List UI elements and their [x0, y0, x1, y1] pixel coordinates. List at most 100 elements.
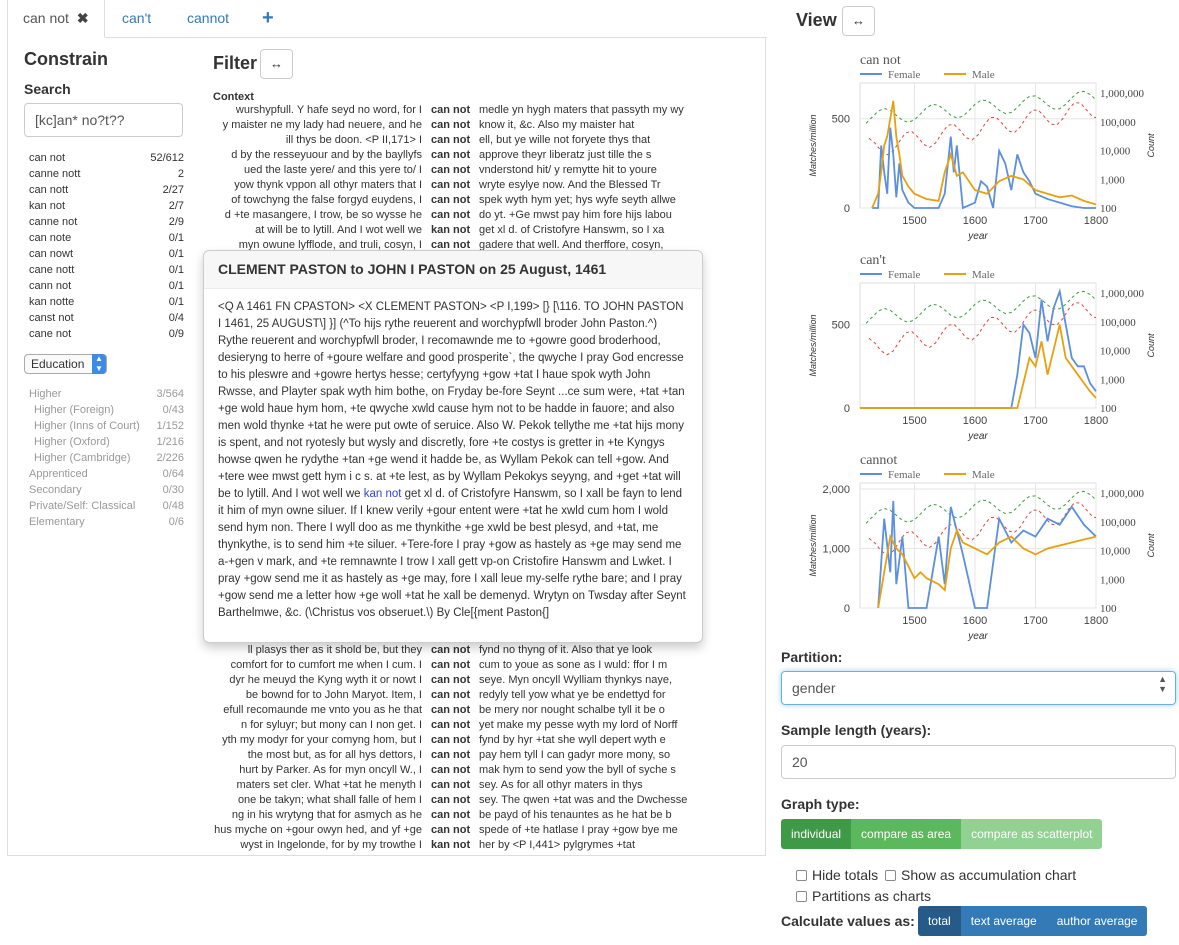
context-left-text: y maister ne my lady had neuere, and he — [222, 119, 422, 131]
education-count: 3/564 — [156, 388, 184, 400]
concordance-row[interactable]: n for syluyr; but mony can I non get. I c… — [213, 719, 703, 734]
context-right: yet make my pesse wyth my lord of Norff — [479, 719, 678, 731]
education-select[interactable]: Education ▲ ▼ — [24, 354, 107, 374]
filter-toggle-button[interactable]: ↔ — [260, 49, 293, 79]
calc-total-button[interactable]: total — [918, 906, 961, 936]
form-row[interactable]: can not 52/612 — [29, 152, 184, 168]
form-row[interactable]: can nowt 0/1 — [29, 248, 184, 264]
context-right: sey. As for all othyr maters in thys — [479, 779, 643, 791]
graph-type-area-button[interactable]: compare as area — [851, 819, 962, 849]
tab-cannot[interactable]: cannot — [187, 0, 229, 38]
context-right: be mery nor nought schalbe tyll it be o — [479, 704, 665, 716]
form-name: can note — [29, 232, 72, 244]
form-count: 2/7 — [168, 200, 184, 212]
concordance-row[interactable]: of towchyng the false forgyd euydens, I c… — [213, 194, 703, 209]
education-name: Higher (Foreign) — [34, 404, 115, 416]
concordance-row[interactable]: dyr he meuyd the Kyng wyth it or nowt I c… — [213, 674, 703, 689]
legend-label: Male — [972, 269, 995, 281]
sample-length-input[interactable]: 20 — [781, 745, 1176, 779]
calc-text-average-button[interactable]: text average — [960, 906, 1047, 936]
form-row[interactable]: canst not 0/4 — [29, 312, 184, 328]
y2-axis-label: Count — [1146, 533, 1156, 558]
concordance-row[interactable]: ng in his wrytyng that for asmych as he c… — [213, 809, 703, 824]
concordance-row[interactable]: ill thys be doon. <P II,171> I can not ell… — [213, 134, 703, 149]
concordance-row[interactable]: wyst in Ingelonde, for by my trowthe I ka… — [213, 839, 703, 854]
form-row[interactable]: kan notte 0/1 — [29, 296, 184, 312]
accumulation-label: Show as accumulation chart — [901, 867, 1077, 883]
form-row[interactable]: canne nott 2 — [29, 168, 184, 184]
accumulation-checkbox[interactable]: Show as accumulation chart — [885, 867, 1076, 883]
concordance-row[interactable]: comfort for to cumfort me when I cum. I c… — [213, 659, 703, 674]
partition-value: gender — [792, 680, 836, 696]
context-left-text: yow thynk vppon all othyr maters that I — [234, 179, 422, 191]
graph-type-individual-button[interactable]: individual — [781, 819, 852, 849]
calc-author-average-button[interactable]: author average — [1046, 906, 1148, 936]
context-left-text: d +te masangere, I trow, be so wysse he — [224, 209, 422, 221]
education-row[interactable]: Private/Self: Classical 0/48 — [29, 500, 184, 516]
education-row[interactable]: Higher (Foreign) 0/43 — [29, 404, 184, 420]
concordance-row[interactable]: the most but, as for all hys dettors, I c… — [213, 749, 703, 764]
context-left: one be takyn; what shall falle of hem I — [213, 794, 426, 809]
keyword: can not — [431, 824, 471, 836]
context-left-text: ued the laste yere/ and this yere to/ I — [244, 164, 422, 176]
x-tick-label: 1800 — [1084, 215, 1108, 227]
close-icon[interactable]: ✖ — [77, 10, 89, 26]
partition-select[interactable]: gender ▲ ▼ — [781, 671, 1176, 705]
form-row[interactable]: can note 0/1 — [29, 232, 184, 248]
concordance-row[interactable]: ll plasys ther as it shold be, but they c… — [213, 644, 703, 659]
concordance-row[interactable]: wurshypfull. Y hafe seyd no word, for I c… — [213, 104, 703, 119]
education-row[interactable]: Secondary 0/30 — [29, 484, 184, 500]
education-row[interactable]: Higher (Inns of Court) 1/152 — [29, 420, 184, 436]
concordance-row[interactable]: y maister ne my lady had neuere, and he c… — [213, 119, 703, 134]
series-line-male — [877, 528, 1097, 609]
concordance-row[interactable]: hus myche on +gour owyn hed, and yf +ge c… — [213, 824, 703, 839]
context-left-text: ill thys be doon. <P II,171> I — [285, 134, 422, 146]
male-total-line — [868, 301, 1097, 356]
education-row[interactable]: Higher (Cambridge) 2/226 — [29, 452, 184, 468]
education-row[interactable]: Higher 3/564 — [29, 388, 184, 404]
context-right: mak hym to send yow the byll of syche s — [479, 764, 676, 776]
education-row[interactable]: Higher (Oxford) 1/216 — [29, 436, 184, 452]
context-left-text: ng in his wrytyng that for asmych as he — [231, 809, 422, 821]
view-toggle-button[interactable]: ↔ — [842, 6, 875, 36]
form-row[interactable]: can nott 2/27 — [29, 184, 184, 200]
add-tab-icon[interactable]: + — [262, 0, 274, 38]
tab-cant[interactable]: can't — [122, 0, 151, 38]
partitions-charts-checkbox[interactable]: Partitions as charts — [796, 888, 931, 904]
x-tick-label: 1700 — [1023, 215, 1047, 227]
checkbox-box[interactable] — [796, 869, 807, 881]
education-row[interactable]: Apprenticed 0/64 — [29, 468, 184, 484]
form-name: can nott — [29, 184, 69, 196]
graph-type-label: Graph type: — [781, 796, 860, 812]
graph-type-scatter-button[interactable]: compare as scatterplot — [961, 819, 1103, 849]
education-row[interactable]: Elementary 0/6 — [29, 516, 184, 532]
context-left: ill thys be doon. <P II,171> I — [213, 134, 426, 149]
form-row[interactable]: cane not 0/9 — [29, 328, 184, 344]
form-row[interactable]: cann not 0/1 — [29, 280, 184, 296]
chart-svg: can'tFemale Male 1500 1600 1700 1800 0 500 100 1,… — [808, 253, 1156, 442]
concordance-row[interactable]: be bownd for to John Maryot. Item, I can … — [213, 689, 703, 704]
keyword: can not — [431, 179, 471, 191]
form-row[interactable]: kan not 2/7 — [29, 200, 184, 216]
search-input[interactable] — [24, 103, 183, 137]
concordance-row[interactable]: at will be to lytill. And I wot well we k… — [213, 224, 703, 239]
concordance-row[interactable]: ued the laste yere/ and this yere to/ I c… — [213, 164, 703, 179]
form-list: can not 52/612 canne nott 2 can nott 2/27 kan … — [29, 152, 184, 344]
form-row[interactable]: canne not 2/9 — [29, 216, 184, 232]
concordance-row[interactable]: efull recomaunde me vnto you as he that c… — [213, 704, 703, 719]
concordance-row[interactable]: d by the resseyuour and by the bayllyfs c… — [213, 149, 703, 164]
concordance-row[interactable]: yow thynk vppon all othyr maters that I c… — [213, 179, 703, 194]
context-right: ell, but ye wille not foryete thys that — [479, 134, 651, 146]
form-row[interactable]: cane nott 0/1 — [29, 264, 184, 280]
concordance-row[interactable]: yth my modyr for your comyng hom, but I c… — [213, 734, 703, 749]
hide-totals-checkbox[interactable]: Hide totals — [796, 867, 878, 883]
concordance-row[interactable]: d +te masangere, I trow, be so wysse he c… — [213, 209, 703, 224]
context-left: maters set cler. What +tat he menyth I — [213, 779, 426, 794]
concordance-row[interactable]: hurt by Parker. As for myn oncyll W., I c… — [213, 764, 703, 779]
checkbox-box[interactable] — [796, 890, 807, 902]
concordance-row[interactable]: one be takyn; what shall falle of hem I c… — [213, 794, 703, 809]
checkbox-box[interactable] — [885, 869, 896, 881]
education-name: Secondary — [29, 484, 82, 496]
concordance-row[interactable]: maters set cler. What +tat he menyth I ca… — [213, 779, 703, 794]
tab-can-not[interactable]: can not ✖ — [7, 0, 105, 38]
